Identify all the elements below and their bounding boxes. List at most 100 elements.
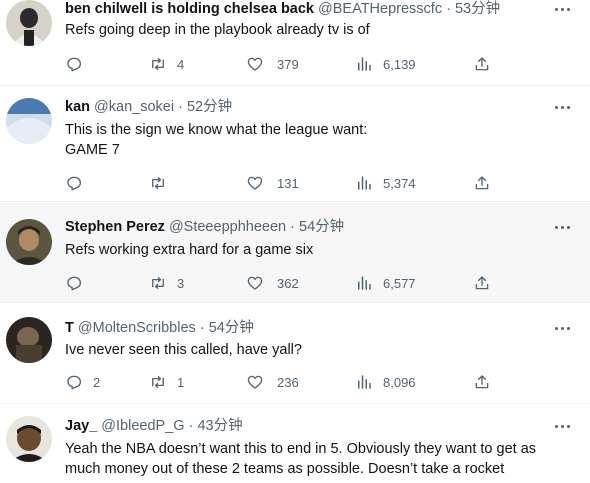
tweet-text-line: Refs working extra hard for a game six <box>65 242 314 258</box>
retweet-count: 4 <box>177 56 185 72</box>
views-count: 6,577 <box>383 275 416 291</box>
retweet-icon <box>152 177 164 189</box>
like-count: 131 <box>277 175 299 191</box>
views-button[interactable]: 6,577 <box>355 273 416 293</box>
views-chart-icon <box>358 176 371 190</box>
tweet-text: Refs going deep in the playbook already … <box>65 20 574 40</box>
heart-icon <box>247 276 263 290</box>
author-name[interactable]: Jay_ <box>65 418 97 434</box>
tweet-actions: 4 379 6,139 <box>65 54 590 74</box>
separator-dot: · <box>199 320 205 336</box>
views-chart-icon <box>358 276 371 290</box>
author-name[interactable]: T <box>65 320 74 336</box>
heart-icon <box>247 176 263 190</box>
author-handle[interactable]: @IbleedP_G <box>101 418 184 434</box>
views-button[interactable]: 5,374 <box>355 173 416 193</box>
retweet-icon <box>152 376 164 388</box>
views-chart-icon <box>358 57 371 71</box>
tweet-text-line: Refs going deep in the playbook already … <box>65 22 370 38</box>
like-count: 362 <box>277 275 299 291</box>
author-name[interactable]: kan <box>65 99 90 115</box>
share-button[interactable] <box>473 54 491 74</box>
share-icon <box>475 276 489 290</box>
avatar[interactable] <box>6 219 52 265</box>
separator-dot: · <box>178 99 183 115</box>
tweet-text-line: Yeah the NBA doesn’t want this to end in… <box>65 441 537 457</box>
author-handle[interactable]: @Steeepphheeen <box>169 219 286 235</box>
share-button[interactable] <box>473 372 491 392</box>
retweet-icon <box>152 277 164 289</box>
like-button[interactable]: 362 <box>246 273 299 293</box>
tweet-text: Refs working extra hard for a game six <box>65 240 574 260</box>
tweet-feed: ben chilwell is holding chelsea back @BE… <box>0 0 590 483</box>
share-icon <box>475 375 489 389</box>
share-icon <box>475 176 489 190</box>
tweet-text-line: much money out of these 2 teams as possi… <box>65 461 505 477</box>
tweet-time[interactable]: 52分钟 <box>187 99 232 115</box>
heart-icon <box>247 375 263 389</box>
like-count: 379 <box>277 56 299 72</box>
retweet-count: 1 <box>177 374 185 390</box>
reply-count: 2 <box>93 374 101 390</box>
tweet-text: Yeah the NBA doesn’t want this to end in… <box>65 439 574 479</box>
reply-button[interactable]: 2 <box>65 372 100 392</box>
more-dots-icon[interactable] <box>552 319 572 337</box>
avatar[interactable] <box>6 0 52 46</box>
retweet-button[interactable]: 4 <box>149 54 184 74</box>
reply-button[interactable] <box>65 54 93 74</box>
views-count: 6,139 <box>383 56 416 72</box>
reply-button[interactable] <box>65 173 93 193</box>
more-dots-icon[interactable] <box>552 98 572 116</box>
avatar[interactable] <box>6 317 52 363</box>
more-dots-icon[interactable] <box>552 218 572 236</box>
tweet[interactable]: T @MoltenScribbles · 54分钟 Ive never seen… <box>0 304 590 404</box>
retweet-button[interactable] <box>149 173 177 193</box>
views-button[interactable]: 8,096 <box>355 372 416 392</box>
reply-icon <box>67 57 82 72</box>
author-handle[interactable]: @MoltenScribbles <box>78 320 196 336</box>
tweet-time[interactable]: 54分钟 <box>209 320 254 336</box>
like-button[interactable]: 379 <box>246 54 299 74</box>
reply-icon <box>67 375 82 390</box>
author-name[interactable]: ben chilwell is holding chelsea back <box>65 1 314 17</box>
reply-button[interactable] <box>65 273 93 293</box>
like-button[interactable]: 236 <box>246 372 299 392</box>
like-count: 236 <box>277 374 299 390</box>
tweet-time[interactable]: 53分钟 <box>455 1 500 17</box>
more-dots-icon[interactable] <box>552 0 572 18</box>
avatar[interactable] <box>6 416 52 462</box>
heart-icon <box>247 57 263 71</box>
tweet[interactable]: ben chilwell is holding chelsea back @BE… <box>0 0 590 86</box>
share-icon <box>475 57 489 71</box>
views-count: 5,374 <box>383 175 416 191</box>
share-button[interactable] <box>473 273 491 293</box>
tweet-text-line: GAME 7 <box>65 142 120 158</box>
separator-dot: · <box>290 219 295 235</box>
author-handle[interactable]: @BEATHepresscfc <box>318 1 442 17</box>
author-name[interactable]: Stephen Perez <box>65 219 165 235</box>
tweet-text-line: This is the sign we know what the league… <box>65 122 368 138</box>
retweet-count: 3 <box>177 275 185 291</box>
reply-icon <box>67 276 82 291</box>
views-count: 8,096 <box>383 374 416 390</box>
avatar[interactable] <box>6 98 52 144</box>
views-button[interactable]: 6,139 <box>355 54 416 74</box>
retweet-button[interactable]: 3 <box>149 273 184 293</box>
author-handle[interactable]: @kan_sokei <box>94 99 174 115</box>
more-dots-icon[interactable] <box>552 417 572 435</box>
tweet-text: This is the sign we know what the league… <box>65 120 574 160</box>
tweet[interactable]: Stephen Perez @Steeepphheeen · 54分钟 Refs… <box>0 203 590 303</box>
tweet-time[interactable]: 43分钟 <box>197 418 242 434</box>
like-button[interactable]: 131 <box>246 173 299 193</box>
tweet-actions: 131 5,374 <box>65 173 590 193</box>
tweet-time[interactable]: 54分钟 <box>299 219 344 235</box>
share-button[interactable] <box>473 173 491 193</box>
views-chart-icon <box>358 375 371 389</box>
tweet[interactable]: Jay_ @IbleedP_G · 43分钟 Yeah the NBA does… <box>0 405 590 483</box>
retweet-icon <box>152 58 164 70</box>
separator-dot: · <box>188 418 194 434</box>
separator-dot: · <box>446 1 451 17</box>
retweet-button[interactable]: 1 <box>149 372 184 392</box>
tweet[interactable]: kan @kan_sokei · 52分钟 This is the sign w… <box>0 86 590 202</box>
tweet-actions: 2 1 236 8,096 <box>65 372 590 392</box>
